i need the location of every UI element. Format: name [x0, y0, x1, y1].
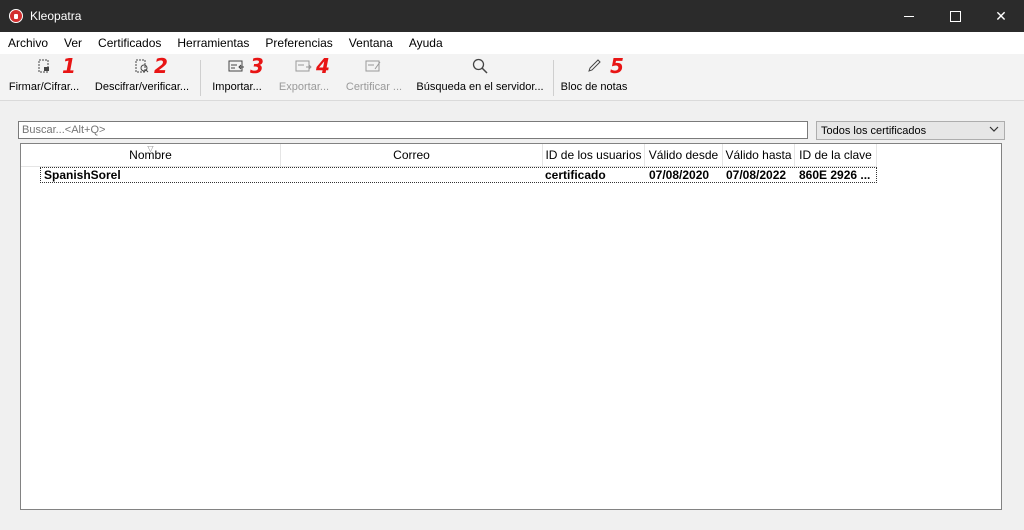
toolbar-separator	[200, 60, 201, 96]
window-title: Kleopatra	[30, 9, 82, 23]
decrypt-verify-icon	[92, 58, 192, 78]
toolbar: Firmar/Cifrar... 1 Descifrar/verificar..…	[0, 54, 1024, 101]
maximize-button[interactable]	[932, 0, 978, 32]
annotation-5: 5	[610, 54, 624, 78]
search-icon	[414, 58, 546, 78]
title-bar: Kleopatra ✕	[0, 0, 1024, 32]
sign-encrypt-button[interactable]: Firmar/Cifrar... 1	[6, 54, 82, 98]
minimize-icon	[904, 15, 914, 17]
maximize-icon	[949, 10, 961, 22]
column-header-user-ids[interactable]: ID de los usuarios	[543, 144, 645, 166]
menu-preferencias[interactable]: Preferencias	[257, 32, 340, 54]
filter-selected-value: Todos los certificados	[821, 125, 927, 137]
chevron-down-icon	[989, 124, 999, 137]
cell-valid-from: 07/08/2020	[649, 168, 710, 182]
minimize-button[interactable]	[886, 0, 932, 32]
table-row[interactable]: SpanishSorel certificado 07/08/2020 07/0…	[40, 167, 877, 183]
menu-archivo[interactable]: Archivo	[0, 32, 56, 54]
close-icon: ✕	[995, 7, 1007, 24]
annotation-3: 3	[250, 54, 264, 78]
cell-valid-until: 07/08/2022	[726, 168, 787, 182]
menu-ventana[interactable]: Ventana	[341, 32, 401, 54]
menu-ayuda[interactable]: Ayuda	[401, 32, 451, 54]
search-input[interactable]	[18, 121, 808, 139]
sort-indicator-icon: ▽	[147, 144, 154, 153]
cell-key-id: 860E 2926 ...	[799, 168, 871, 182]
status-bar	[0, 513, 1024, 530]
certificate-filter-dropdown[interactable]: Todos los certificados	[816, 121, 1005, 140]
annotation-1: 1	[62, 54, 76, 78]
menu-bar: Archivo Ver Certificados Herramientas Pr…	[0, 32, 1024, 54]
certify-icon	[342, 58, 406, 78]
server-search-button[interactable]: Búsqueda en el servidor...	[414, 58, 546, 98]
certificate-table[interactable]: ▽ Nombre Correo ID de los usuarios Válid…	[20, 143, 1002, 510]
cell-user-ids: certificado	[545, 168, 606, 182]
decrypt-verify-button[interactable]: Descifrar/verificar... 2	[92, 54, 192, 98]
annotation-4: 4	[316, 54, 330, 78]
close-button[interactable]: ✕	[978, 0, 1024, 32]
kleopatra-logo-icon	[9, 9, 23, 23]
column-header-key-id[interactable]: ID de la clave	[795, 144, 877, 166]
table-header: ▽ Nombre Correo ID de los usuarios Válid…	[21, 144, 877, 167]
column-header-email[interactable]: Correo	[281, 144, 543, 166]
cell-name: SpanishSorel	[44, 168, 121, 182]
menu-certificados[interactable]: Certificados	[90, 32, 169, 54]
column-header-name[interactable]: ▽ Nombre	[21, 144, 281, 166]
certify-button[interactable]: Certificar ...	[342, 58, 406, 98]
column-header-valid-until[interactable]: Válido hasta	[723, 144, 795, 166]
export-button[interactable]: Exportar... 4	[274, 54, 334, 98]
menu-ver[interactable]: Ver	[56, 32, 90, 54]
import-button[interactable]: Importar... 3	[208, 54, 266, 98]
menu-herramientas[interactable]: Herramientas	[169, 32, 257, 54]
notepad-button[interactable]: Bloc de notas 5	[560, 54, 628, 98]
column-header-valid-from[interactable]: Válido desde	[645, 144, 723, 166]
annotation-2: 2	[154, 54, 168, 78]
toolbar-separator	[553, 60, 554, 96]
